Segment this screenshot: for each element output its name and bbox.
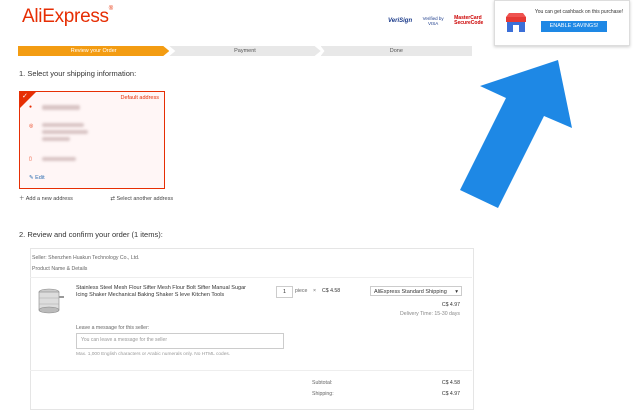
unit-label: piece xyxy=(295,288,308,294)
enable-savings-button[interactable]: ENABLE SAVINGS! xyxy=(541,21,607,32)
cashback-popup: You can get cashback on this purchase! E… xyxy=(494,0,630,46)
phone-icon: ▯ xyxy=(29,156,32,162)
step-payment: Payment xyxy=(169,46,321,56)
person-icon: ● xyxy=(29,104,33,110)
product-title[interactable]: Stainless Steel Mesh Flour Sifter Mesh F… xyxy=(76,285,246,299)
address-card[interactable]: ✓ Default address ● ◎ ▯ ✎ Edit xyxy=(19,91,165,189)
default-address-label: Default address xyxy=(120,95,159,101)
times-sign: × xyxy=(313,288,317,294)
check-icon: ✓ xyxy=(22,93,28,100)
shipping-method-select[interactable]: AliExpress Standard Shipping ▾ xyxy=(370,286,462,296)
divider xyxy=(30,277,472,278)
delivery-time: Delivery Time: 15-30 days xyxy=(400,311,460,317)
step-done: Done xyxy=(320,46,472,56)
order-section-title: 2. Review and confirm your order (1 item… xyxy=(19,230,163,239)
add-address-link[interactable]: ＋ Add a new address xyxy=(19,196,91,202)
seller-message-input[interactable]: You can leave a message for the seller xyxy=(76,333,284,349)
storefront-icon xyxy=(506,13,526,32)
aliexpress-logo[interactable]: AliExpress® xyxy=(22,6,113,28)
address-links: ＋ Add a new address ⇄ Select another add… xyxy=(19,194,209,202)
subtotal-label: Subtotal: xyxy=(312,380,333,386)
verisign-badge: VeriSign xyxy=(388,17,413,24)
address-line-blurred xyxy=(42,123,84,127)
product-thumbnail[interactable] xyxy=(33,286,67,316)
edit-address-link[interactable]: ✎ Edit xyxy=(29,175,45,181)
unit-price: C$ 4.58 xyxy=(322,288,341,294)
shipping-value: C$ 4.97 xyxy=(441,391,460,397)
shipping-section-title: 1. Select your shipping information: xyxy=(19,69,137,78)
subtotal-value: C$ 4.58 xyxy=(441,380,460,386)
checkout-progress: Review your Order Payment Done xyxy=(18,46,472,56)
select-address-link[interactable]: ⇄ Select another address xyxy=(110,196,191,202)
step-review: Review your Order xyxy=(18,46,170,56)
phone-blurred xyxy=(42,157,76,161)
mastercard-securecode-badge: MasterCard SecureCode xyxy=(454,15,484,26)
address-line-blurred xyxy=(42,130,88,134)
product-header: Product Name & Details xyxy=(32,266,88,272)
name-blurred xyxy=(42,105,80,110)
shipping-price: C$ 4.97 xyxy=(441,302,460,308)
pointer-arrow-icon xyxy=(460,60,572,208)
message-hint: Max. 1,000 English characters or Arabic … xyxy=(76,352,231,357)
security-badges: VeriSign Verified by VISA MasterCard Sec… xyxy=(388,15,484,27)
cashback-text: You can get cashback on this purchase! xyxy=(534,9,624,15)
shipping-label: Shipping: xyxy=(312,391,334,397)
seller-name: Seller: Shenzhen Huakun Technology Co., … xyxy=(32,255,140,261)
divider xyxy=(30,370,472,371)
quantity-input[interactable]: 1 xyxy=(276,286,293,298)
verified-by-visa-badge: Verified by VISA xyxy=(422,16,444,26)
address-line-blurred xyxy=(42,137,70,141)
chevron-down-icon: ▾ xyxy=(455,289,458,295)
message-label: Leave a message for this seller: xyxy=(76,325,150,331)
location-icon: ◎ xyxy=(29,123,34,129)
